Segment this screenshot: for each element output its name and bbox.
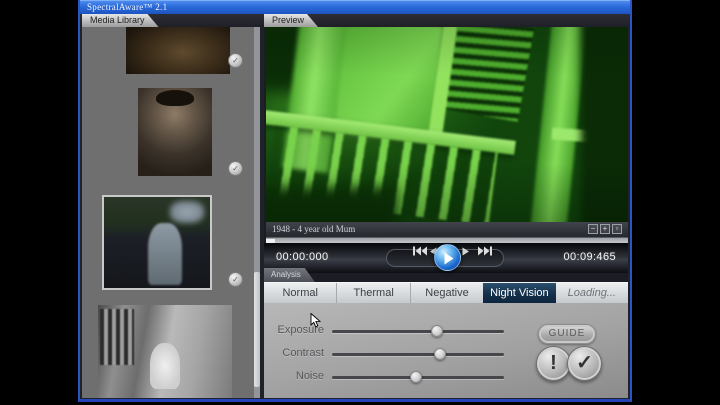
arrow-cursor-icon xyxy=(310,313,322,329)
exposure-slider-thumb[interactable] xyxy=(431,325,443,337)
noise-slider[interactable] xyxy=(332,376,504,379)
caption-bar: 1948 - 4 year old Mum − + ▫ xyxy=(266,222,628,237)
alert-button[interactable]: ! xyxy=(536,346,571,381)
mode-tab-row: Normal Thermal Negative Night Vision Loa… xyxy=(264,282,628,303)
vignette-overlay xyxy=(266,27,628,222)
tab-thermal[interactable]: Thermal xyxy=(336,283,409,303)
media-library-tab-label: Media Library xyxy=(90,15,145,25)
exclamation-icon: ! xyxy=(550,352,557,374)
contrast-slider-thumb[interactable] xyxy=(434,348,446,360)
fit-screen-button[interactable]: ▫ xyxy=(612,224,622,234)
panel-tab-strip: Media Library Preview xyxy=(80,14,630,27)
noise-label: Noise xyxy=(264,370,324,382)
analysis-tab-label: Analysis xyxy=(271,270,301,279)
confirm-button[interactable]: ✓ xyxy=(567,346,602,381)
loading-status: Loading... xyxy=(556,283,628,303)
tab-normal[interactable]: Normal xyxy=(264,283,336,303)
thumbnail-check-icon[interactable]: ✓ xyxy=(228,161,243,176)
app-window: SpectralAware™ 2.1 Media Library Preview… xyxy=(78,0,632,402)
tab-preview[interactable]: Preview xyxy=(264,14,318,27)
playback-bar: 00:00:000 00:09:465 xyxy=(264,243,628,273)
thumbnail-bw-house-child[interactable] xyxy=(98,305,232,398)
noise-slider-thumb[interactable] xyxy=(410,371,422,383)
media-library-panel: ✓ ✓ ✓ xyxy=(82,27,254,398)
clip-caption: 1948 - 4 year old Mum xyxy=(272,224,355,234)
contrast-label: Contrast xyxy=(264,347,324,359)
skip-start-icon xyxy=(413,246,428,256)
thumbnail-color-family[interactable] xyxy=(102,195,212,290)
scrollbar-thumb[interactable] xyxy=(254,272,260,387)
exposure-slider[interactable] xyxy=(332,330,504,333)
play-button[interactable] xyxy=(434,244,461,271)
screen: SpectralAware™ 2.1 Media Library Preview… xyxy=(0,0,720,405)
thumbnail-check-icon[interactable]: ✓ xyxy=(228,272,243,287)
guide-button[interactable]: GUIDE xyxy=(538,324,596,344)
contrast-slider-row: Contrast xyxy=(264,347,564,361)
step-forward-icon xyxy=(462,247,470,256)
guide-button-label: GUIDE xyxy=(549,328,586,339)
media-library-scrollbar[interactable] xyxy=(254,27,260,398)
skip-end-icon xyxy=(478,246,493,256)
tab-night-vision[interactable]: Night Vision xyxy=(483,283,555,303)
preview-viewport[interactable] xyxy=(266,27,628,222)
noise-slider-row: Noise xyxy=(264,370,564,384)
tab-negative[interactable]: Negative xyxy=(410,283,483,303)
play-icon xyxy=(444,252,454,265)
skip-start-button[interactable] xyxy=(413,243,428,261)
preview-tab-label: Preview xyxy=(272,15,304,25)
tab-media-library[interactable]: Media Library xyxy=(82,14,159,27)
thumbnail-sepia-portrait[interactable] xyxy=(138,88,212,176)
thumbnail-check-icon[interactable]: ✓ xyxy=(228,53,243,68)
total-duration: 00:09:465 xyxy=(563,251,616,263)
window-title: SpectralAware™ 2.1 xyxy=(87,2,167,12)
step-forward-button[interactable] xyxy=(462,243,470,261)
contrast-slider[interactable] xyxy=(332,353,504,356)
preview-panel: 1948 - 4 year old Mum − + ▫ 00:00:000 00… xyxy=(264,27,628,398)
exposure-slider-row: Exposure xyxy=(264,324,564,338)
checkmark-icon: ✓ xyxy=(576,352,593,374)
mouse-cursor xyxy=(310,313,322,334)
zoom-out-button[interactable]: − xyxy=(588,224,598,234)
title-bar[interactable]: SpectralAware™ 2.1 xyxy=(80,0,630,14)
elapsed-time: 00:00:000 xyxy=(276,251,329,263)
zoom-in-button[interactable]: + xyxy=(600,224,610,234)
skip-end-button[interactable] xyxy=(478,243,493,261)
thumbnail-sepia-group[interactable] xyxy=(126,27,230,74)
